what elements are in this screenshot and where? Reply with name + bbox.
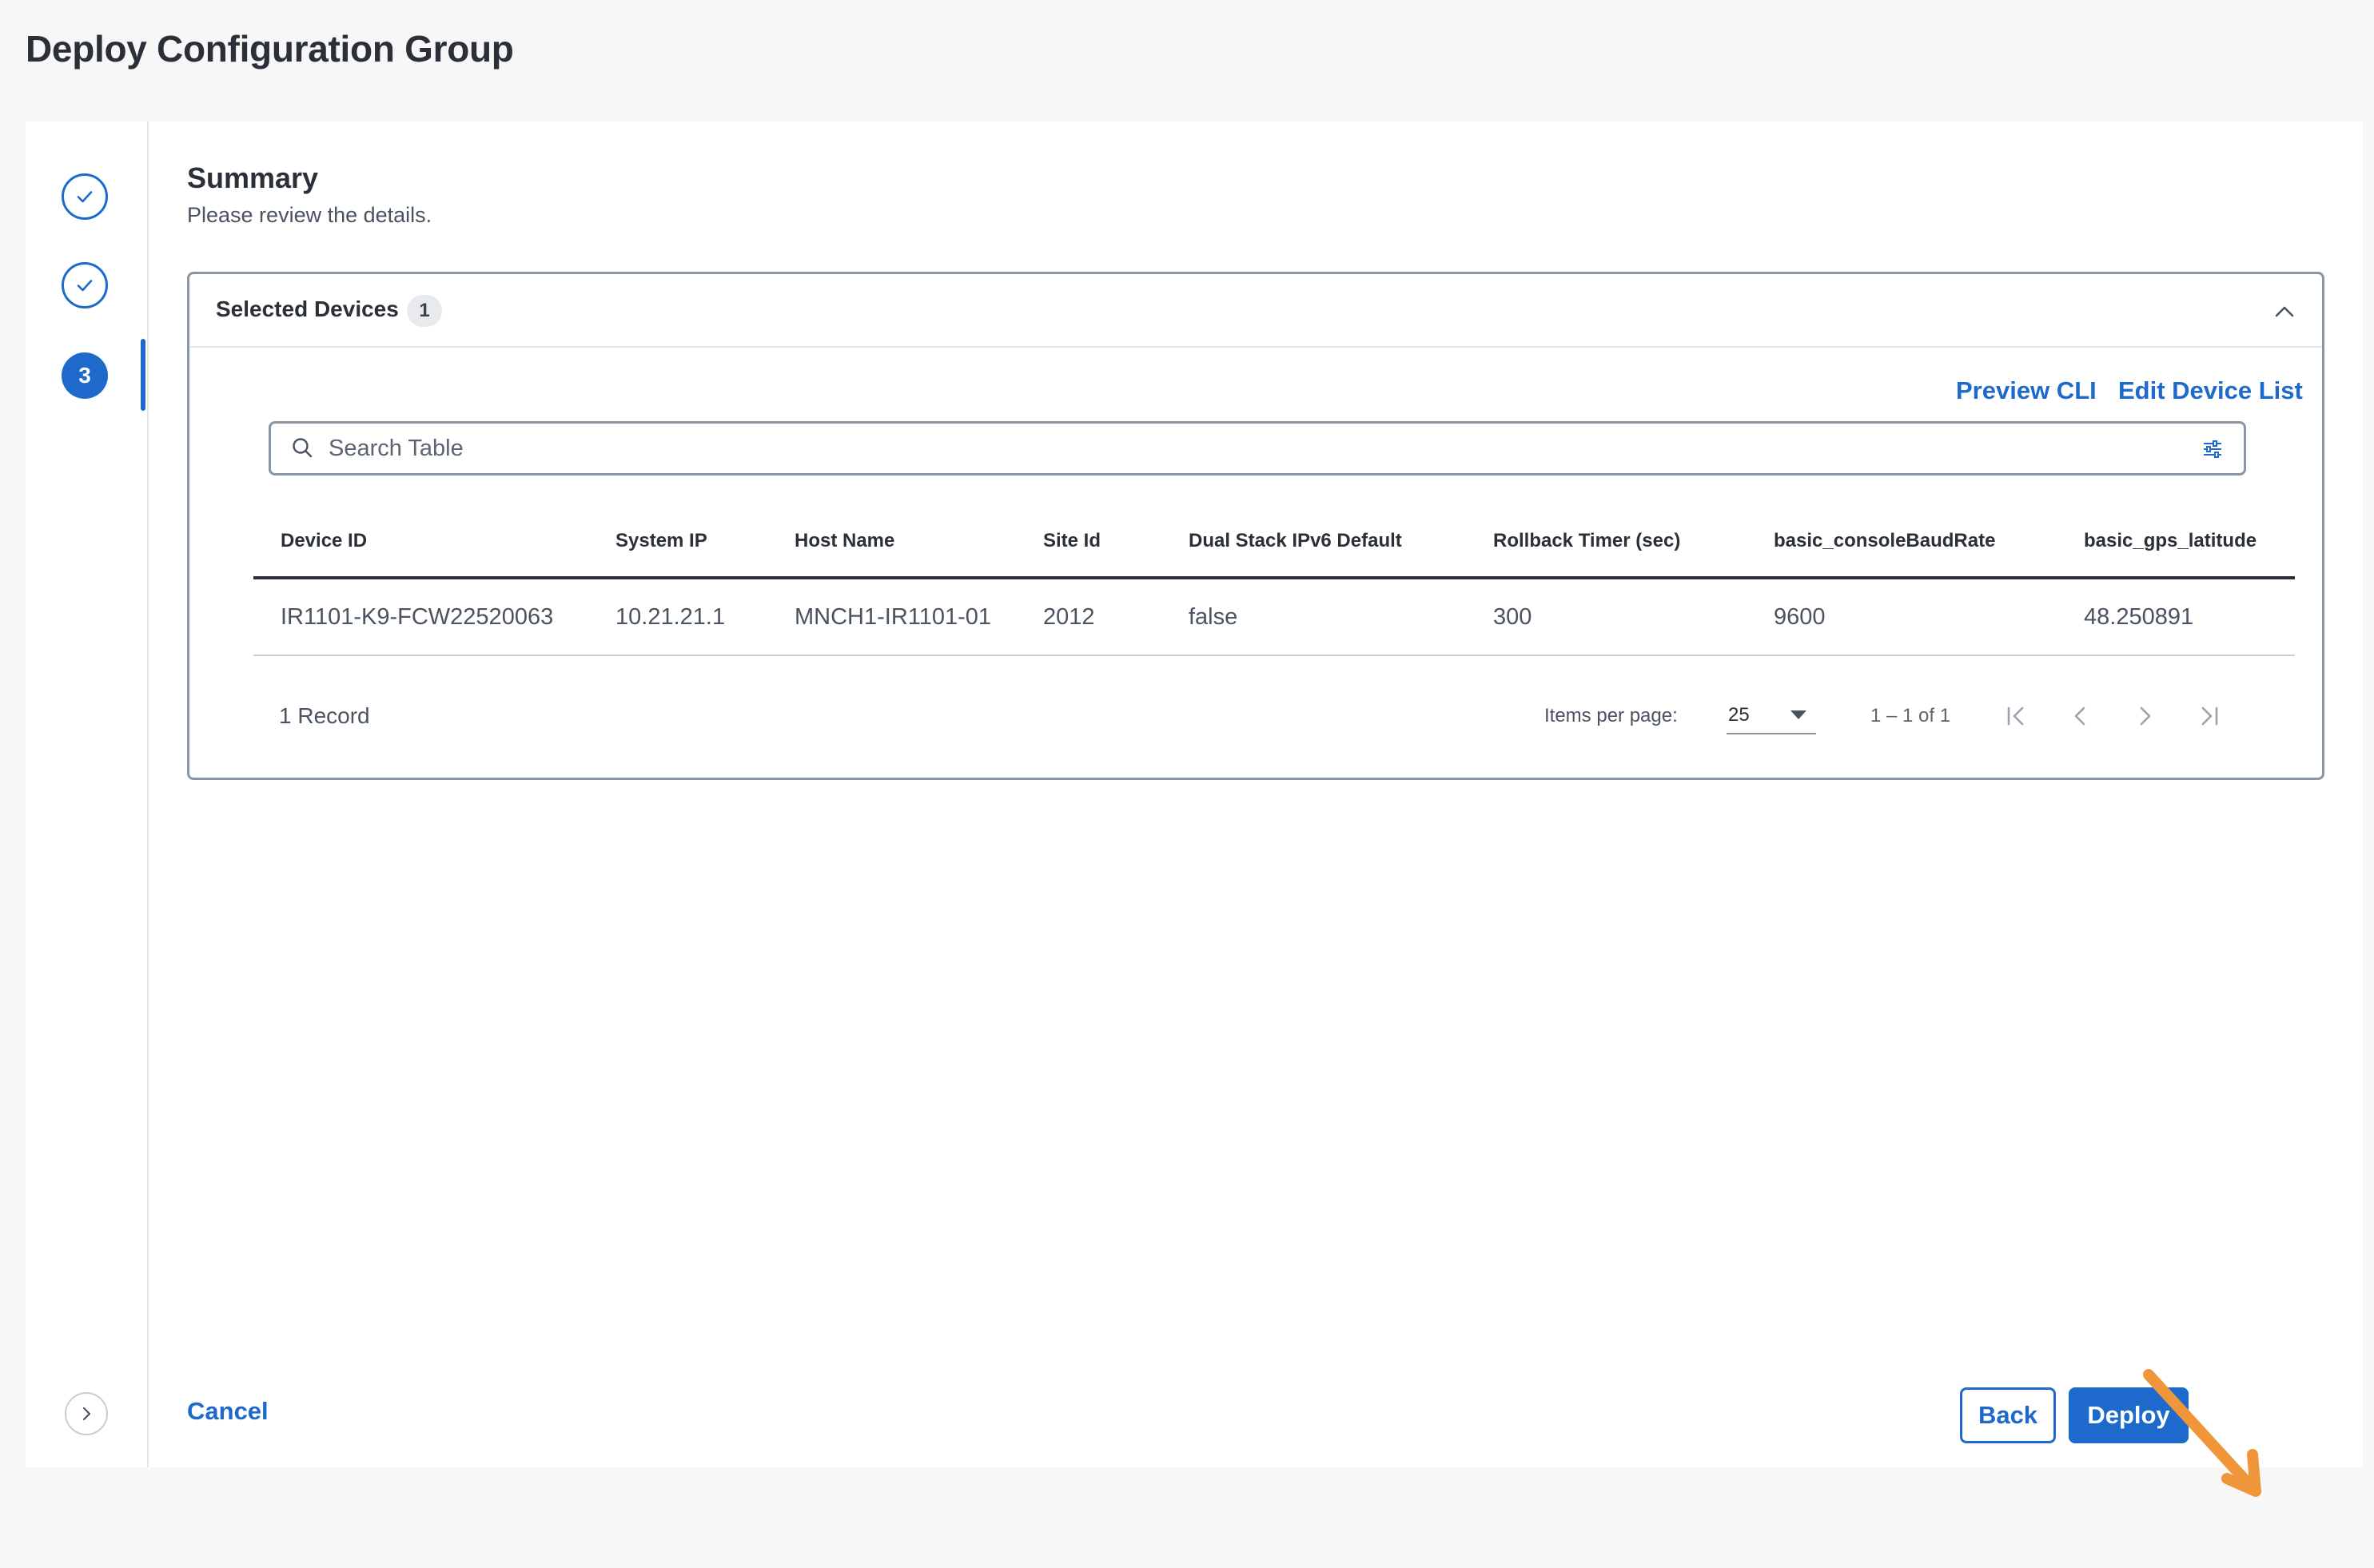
wizard-panel: 3 Summary Please review the details. Sel… (26, 121, 2363, 1497)
chevron-up-icon[interactable] (2271, 298, 2298, 325)
column-header-console-baud-rate[interactable]: basic_consoleBaudRate (1774, 506, 1995, 576)
first-page-button[interactable] (2001, 700, 2033, 732)
page-range: 1 – 1 of 1 (1870, 705, 1951, 726)
selected-devices-title: Selected Devices (216, 296, 399, 321)
step-2-completed[interactable] (62, 262, 108, 308)
column-header-host-name[interactable]: Host Name (795, 506, 894, 576)
search-input[interactable] (329, 430, 2167, 467)
items-per-page-select[interactable]: 25 (1727, 698, 1816, 734)
cancel-button[interactable]: Cancel (187, 1397, 269, 1426)
column-header-system-ip[interactable]: System IP (615, 506, 707, 576)
chevron-left-icon (2074, 706, 2085, 726)
cell-site-id: 2012 (1043, 603, 1095, 630)
chevron-right-icon (2140, 706, 2151, 726)
search-icon (293, 438, 313, 458)
last-page-icon (2201, 706, 2218, 726)
summary-subtitle: Please review the details. (187, 203, 432, 227)
last-page-button[interactable] (2193, 700, 2225, 732)
preview-cli-link[interactable]: Preview CLI (1956, 376, 2097, 405)
selected-devices-card: Selected Devices 1 Preview CLI Edit Devi… (187, 272, 2324, 780)
cell-gps-latitude: 48.250891 (2084, 603, 2194, 630)
previous-page-button[interactable] (2065, 700, 2097, 732)
checkmark-icon (77, 191, 93, 203)
summary-content: Summary Please review the details. Selec… (187, 121, 2363, 1467)
cell-device-id: IR1101-K9-FCW22520063 (281, 603, 554, 630)
table-pagination: 1 Record Items per page: 25 1 – 1 of 1 (253, 694, 2295, 738)
filter-settings-icon[interactable] (2201, 437, 2225, 461)
items-per-page-label: Items per page: (1544, 705, 1678, 726)
search-table-field[interactable] (269, 421, 2246, 476)
wizard-stepper: 3 (26, 121, 149, 1467)
cell-rollback-timer: 300 (1493, 603, 1532, 630)
chevron-right-icon (82, 1407, 91, 1421)
selected-devices-header[interactable]: Selected Devices 1 (189, 274, 2322, 348)
cell-console-baud-rate: 9600 (1774, 603, 1826, 630)
edit-device-list-link[interactable]: Edit Device List (2118, 376, 2303, 405)
annotation-arrow-icon (2143, 1369, 2261, 1497)
column-header-site-id[interactable]: Site Id (1043, 506, 1101, 576)
active-step-indicator (141, 339, 145, 411)
column-header-dual-stack-ipv6[interactable]: Dual Stack IPv6 Default (1189, 506, 1402, 576)
first-page-icon (2007, 706, 2024, 726)
cell-host-name: MNCH1-IR1101-01 (795, 603, 992, 630)
cell-system-ip: 10.21.21.1 (615, 603, 726, 630)
step-1-completed[interactable] (62, 173, 108, 220)
expand-stepper-button[interactable] (65, 1392, 108, 1435)
step-3-active[interactable]: 3 (62, 352, 108, 399)
caret-down-icon (1790, 710, 1806, 719)
column-header-rollback-timer[interactable]: Rollback Timer (sec) (1493, 506, 1680, 576)
column-header-gps-latitude[interactable]: basic_gps_latitude (2084, 506, 2256, 576)
record-count: 1 Record (279, 703, 370, 728)
page-title: Deploy Configuration Group (26, 28, 514, 70)
summary-title: Summary (187, 161, 319, 194)
table-header-row: Device ID System IP Host Name Site Id Du… (253, 506, 2295, 579)
table-row[interactable]: IR1101-K9-FCW22520063 10.21.21.1 MNCH1-I… (253, 579, 2295, 656)
column-header-device-id[interactable]: Device ID (281, 506, 367, 576)
back-button[interactable]: Back (1960, 1387, 2056, 1443)
device-count-badge: 1 (407, 295, 442, 327)
items-per-page-value: 25 (1728, 704, 1750, 726)
next-page-button[interactable] (2129, 700, 2161, 732)
checkmark-icon (77, 280, 93, 292)
cell-dual-stack-ipv6: false (1189, 603, 1238, 630)
devices-table: Device ID System IP Host Name Site Id Du… (253, 506, 2295, 656)
